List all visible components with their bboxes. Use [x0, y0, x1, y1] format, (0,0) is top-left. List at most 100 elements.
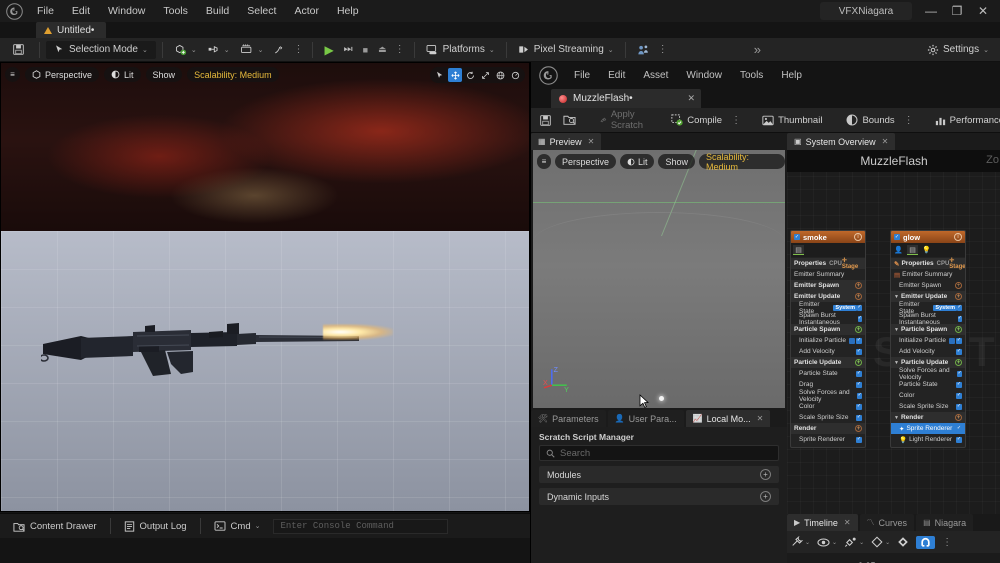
preview-scalability-button[interactable]: Scalability: Medium	[699, 152, 785, 172]
module-checkbox[interactable]: ✓	[856, 348, 862, 355]
module-checkbox[interactable]: ✓	[956, 436, 962, 443]
unreal-logo-icon[interactable]	[0, 0, 28, 22]
preview-viewport[interactable]: Z Y X ≡ Perspective Lit Show Scalability…	[533, 150, 785, 408]
module-row[interactable]: Render +	[791, 423, 865, 434]
select-icon[interactable]	[433, 68, 447, 82]
menu-tools[interactable]: Tools	[154, 3, 197, 19]
chevron-down-icon[interactable]: ▼	[894, 415, 899, 421]
module-checkbox[interactable]: ✓	[956, 425, 962, 432]
module-row[interactable]: 💡 Light Renderer ✓	[891, 434, 965, 445]
level-viewport[interactable]: ≡ Perspective Lit Show Scalability: Medi…	[0, 62, 530, 512]
menu-actor[interactable]: Actor	[285, 3, 328, 19]
module-row[interactable]: Add Velocity ✓	[891, 346, 965, 357]
tab-preview[interactable]: ▦ Preview ✕	[531, 133, 602, 150]
stage-button-smoke[interactable]: ✛ Stage	[842, 257, 862, 270]
pixel-streaming-dropdown[interactable]: Pixel Streaming ⌄	[513, 41, 619, 59]
module-row[interactable]: Particle State ✓	[891, 379, 965, 390]
gpu-sim-icon-glow[interactable]: 👤	[893, 245, 904, 255]
close-button[interactable]: ✕	[970, 0, 996, 22]
emitter-info-icon-glow[interactable]: i	[954, 233, 962, 241]
chevron-down-icon[interactable]: ▼	[894, 327, 899, 333]
preview-show-button[interactable]: Show	[658, 154, 695, 169]
toolbar-kebab[interactable]: ⋮	[290, 44, 306, 55]
console-command-input[interactable]: Enter Console Command	[273, 518, 449, 534]
module-row[interactable]: Spawn Burst Instantaneous ✓	[791, 312, 865, 326]
viewport-menu-icon[interactable]: ≡	[5, 67, 20, 82]
skip-button[interactable]: ⏭	[339, 41, 358, 59]
close-icon-timeline[interactable]: ✕	[844, 518, 851, 527]
module-row[interactable]: Sprite Renderer ✓	[791, 434, 865, 445]
module-checkbox[interactable]: ✓	[956, 403, 962, 410]
diamond-icon-button[interactable]: ⌄	[871, 536, 890, 548]
chevron-down-icon[interactable]: ▼	[894, 360, 899, 366]
menu-select[interactable]: Select	[238, 3, 285, 19]
keyframe-settings-icon-button[interactable]: ⌄	[844, 536, 864, 548]
module-row[interactable]: Particle State ✓	[791, 368, 865, 379]
preview-menu-icon[interactable]: ≡	[537, 154, 551, 169]
module-row[interactable]: Emitter Spawn +	[791, 280, 865, 291]
module-row[interactable]: ▼ Render +	[891, 412, 965, 423]
timeline-body[interactable]: + Track 0.05 2.00 4.00 6.00 0 items (1 s…	[787, 553, 1000, 563]
emitter-node-smoke[interactable]: ✓ smoke i ▤ Properties CPU ✛ Stage Emitt	[790, 230, 866, 448]
add-module-icon[interactable]: +	[855, 359, 862, 366]
timeline-kebab[interactable]: ⋮	[942, 537, 952, 548]
module-checkbox[interactable]: ✓	[956, 304, 962, 311]
add-module-button[interactable]: +	[760, 469, 771, 480]
eject-button[interactable]: ⏏	[373, 41, 392, 59]
module-row[interactable]: Emitter Spawn +	[891, 280, 965, 291]
add-module-icon[interactable]: +	[955, 326, 962, 333]
multiuser-kebab[interactable]: ⋮	[655, 44, 671, 55]
magnet-snap-toggle[interactable]	[916, 535, 936, 549]
preview-perspective-button[interactable]: Perspective	[554, 154, 616, 169]
module-checkbox[interactable]: ✓	[956, 381, 962, 388]
niagara-menu-edit[interactable]: Edit	[599, 70, 634, 81]
parameters-search-input[interactable]: Search	[539, 445, 779, 461]
menu-file[interactable]: File	[28, 3, 63, 19]
close-icon-preview[interactable]: ✕	[588, 137, 595, 146]
module-row[interactable]: Solve Forces and Velocity ✓	[791, 389, 865, 403]
add-module-icon[interactable]: +	[955, 293, 962, 300]
row-modules[interactable]: Modules +	[539, 466, 779, 483]
module-checkbox[interactable]: ✓	[956, 348, 962, 355]
viewport-lit-button[interactable]: Lit	[104, 67, 141, 82]
module-row[interactable]: ▼ Particle Spawn +	[891, 324, 965, 335]
output-log-button[interactable]: Output Log	[117, 521, 194, 532]
niagara-menu-file[interactable]: File	[565, 70, 599, 81]
emitter-enable-checkbox-smoke[interactable]: ✓	[794, 234, 800, 240]
selection-mode-dropdown[interactable]: Selection Mode ⌄	[46, 40, 156, 59]
wrench-icon-button[interactable]: ⌄	[791, 536, 810, 548]
module-mini-toggle[interactable]	[848, 337, 855, 344]
tab-local-modules[interactable]: 📈 Local Mo... ✕	[685, 410, 771, 427]
emitter-properties-row-glow[interactable]: ✎ Properties CPU ✛ Stage	[891, 258, 965, 270]
key-interp-icon-button[interactable]	[897, 536, 909, 548]
niagara-menu-help[interactable]: Help	[772, 70, 811, 81]
save-button[interactable]	[4, 41, 33, 59]
add-module-icon[interactable]: +	[955, 414, 962, 421]
system-overview-graph[interactable]: MuzzleFlash Zo SYSTE ✓ smoke i ▤	[787, 150, 1000, 514]
module-checkbox[interactable]: ✓	[856, 370, 862, 377]
module-mini-toggle[interactable]	[948, 337, 955, 344]
module-checkbox[interactable]: ✓	[857, 392, 862, 399]
add-module-icon[interactable]: +	[955, 282, 962, 289]
world-icon[interactable]	[493, 68, 507, 82]
viewport-show-button[interactable]: Show	[145, 67, 183, 82]
toolbar-overflow-button[interactable]: »	[749, 41, 766, 59]
platforms-dropdown[interactable]: Platforms ⌄	[421, 41, 500, 59]
add-module-icon[interactable]: +	[855, 326, 862, 333]
niagara-menu-asset[interactable]: Asset	[634, 70, 677, 81]
emitter-header-smoke[interactable]: ✓ smoke i	[791, 231, 865, 243]
module-row[interactable]: Spawn Burst Instantaneous ✓	[891, 312, 965, 326]
module-checkbox[interactable]: ✓	[857, 315, 862, 322]
module-row[interactable]: Solve Forces and Velocity ✓	[891, 367, 965, 381]
menu-help[interactable]: Help	[328, 3, 368, 19]
tab-curves[interactable]: 〽 Curves	[859, 514, 915, 531]
eye-icon-button[interactable]: ⌄	[817, 537, 837, 548]
cmd-dropdown[interactable]: Cmd ⌄	[207, 521, 268, 532]
bounds-button[interactable]: Bounds	[840, 111, 900, 130]
close-icon-local-modules[interactable]: ✕	[757, 414, 764, 423]
tab-system-overview[interactable]: ▣ System Overview ✕	[787, 133, 896, 150]
rotate-icon[interactable]	[463, 68, 477, 82]
performance-button[interactable]: Performance	[929, 111, 1000, 130]
module-row[interactable]: Scale Sprite Size ✓	[891, 401, 965, 412]
module-checkbox[interactable]: ✓	[856, 304, 862, 311]
